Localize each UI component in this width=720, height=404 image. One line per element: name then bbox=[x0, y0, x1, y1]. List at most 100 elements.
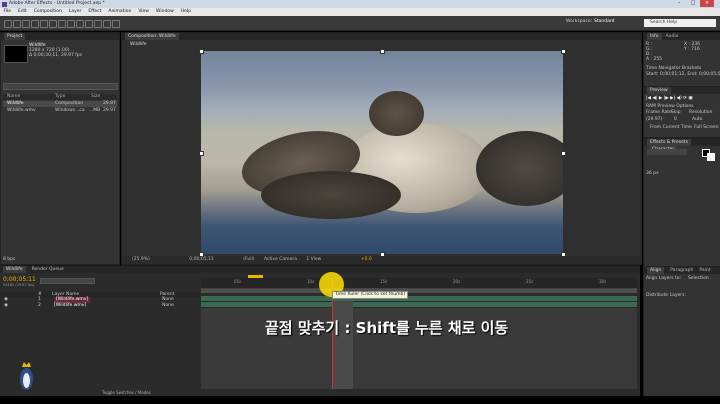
seal-image-2 bbox=[369, 91, 424, 136]
tab-audio[interactable]: Audio bbox=[666, 34, 679, 39]
magnification-select[interactable]: (25.9%) bbox=[132, 257, 150, 262]
full-screen-checkbox[interactable]: Full Screen bbox=[694, 125, 719, 131]
text-tool-icon[interactable] bbox=[76, 20, 84, 28]
stroke-color-swatch[interactable] bbox=[707, 153, 715, 161]
minimize-icon[interactable]: – bbox=[672, 0, 686, 7]
menu-window[interactable]: Window bbox=[153, 8, 178, 16]
seal-image-5 bbox=[476, 131, 563, 206]
search-help-input[interactable]: Search Help bbox=[644, 19, 716, 27]
close-icon[interactable]: × bbox=[700, 0, 714, 7]
info-panel: Info Audio R : G : B : A : 255 X : 236 Y … bbox=[643, 32, 720, 87]
puppet-tool-icon[interactable] bbox=[112, 20, 120, 28]
menu-help[interactable]: Help bbox=[177, 8, 194, 16]
brush-tool-icon[interactable] bbox=[85, 20, 93, 28]
tab-preview[interactable]: Preview bbox=[647, 87, 671, 94]
project-search-input[interactable] bbox=[3, 83, 118, 90]
toggle-switches-label[interactable]: Toggle Switches / Modes bbox=[102, 390, 151, 395]
tools-panel: Workspace: Standard Search Help bbox=[0, 16, 720, 31]
eye-icon[interactable]: ◉ bbox=[4, 303, 8, 309]
camera-tool-icon[interactable] bbox=[40, 20, 48, 28]
menu-edit[interactable]: Edit bbox=[15, 8, 31, 16]
column-name[interactable]: Name bbox=[7, 94, 20, 100]
font-size-value[interactable]: 36 px bbox=[646, 171, 719, 177]
zoom-tool-icon[interactable] bbox=[22, 20, 30, 28]
menu-effect[interactable]: Effect bbox=[85, 8, 105, 16]
camera-select[interactable]: Active Camera bbox=[264, 257, 297, 262]
tab-paragraph[interactable]: Paragraph bbox=[670, 268, 693, 273]
transform-handle[interactable] bbox=[380, 49, 385, 54]
column-type[interactable]: Type bbox=[55, 94, 65, 100]
layer-name[interactable]: [Wildlife.wmv] bbox=[54, 303, 86, 309]
composition-viewer[interactable] bbox=[201, 51, 563, 254]
tab-project[interactable]: Project bbox=[4, 33, 26, 40]
exposure-value[interactable]: +0.0 bbox=[361, 257, 372, 262]
bpc-indicator[interactable]: 8 bpc bbox=[3, 257, 117, 263]
penguin-mascot-logo bbox=[16, 362, 36, 392]
resolution-label: Resolution bbox=[689, 110, 713, 115]
current-time-display[interactable]: 0;00;05;11 bbox=[189, 257, 214, 262]
transform-handle[interactable] bbox=[561, 49, 566, 54]
resolution-select[interactable]: Auto bbox=[692, 117, 719, 123]
tab-info[interactable]: Info bbox=[647, 33, 662, 40]
menu-composition[interactable]: Composition bbox=[30, 8, 65, 16]
tab-wildlife-timeline[interactable]: Wildlife bbox=[3, 266, 26, 273]
selection-tool-icon[interactable] bbox=[4, 20, 12, 28]
seal-image-4 bbox=[261, 171, 401, 219]
info-panel-header: Info Audio bbox=[644, 33, 720, 40]
list-item[interactable]: Wildlife.wmv Windows...ca ...MB 29.97 bbox=[3, 108, 117, 114]
pen-tool-icon[interactable] bbox=[67, 20, 75, 28]
rotate-tool-icon[interactable] bbox=[31, 20, 39, 28]
tab-effects-presets[interactable]: Effects & Presets bbox=[647, 139, 692, 146]
bottom-border bbox=[0, 396, 720, 404]
breadcrumb[interactable]: Wildlife bbox=[130, 42, 639, 48]
column-size[interactable]: Size bbox=[91, 94, 100, 100]
list-item[interactable]: Wildlife Composition 29.97 bbox=[3, 101, 117, 107]
eraser-tool-icon[interactable] bbox=[103, 20, 111, 28]
align-layers-to-select[interactable]: Selection bbox=[688, 276, 719, 282]
layer-number: 2 bbox=[38, 303, 41, 308]
window-title: Adobe After Effects - Untitled Project.a… bbox=[9, 1, 105, 6]
layer-track-bar-2[interactable] bbox=[201, 302, 637, 307]
preview-panel-header: Preview bbox=[644, 87, 720, 94]
item-type: Composition bbox=[55, 101, 84, 106]
tab-render-queue[interactable]: Render Queue bbox=[32, 267, 64, 272]
time-ruler[interactable]: 05s 10s 15s 20s 25s 30s bbox=[201, 278, 637, 289]
timecode-frames: 00161 (29.97 fps) bbox=[3, 283, 35, 287]
view-layout-select[interactable]: 1 View bbox=[306, 257, 321, 262]
subtitle-caption: 끝점 맞추기 : Shift를 누른 채로 이동 bbox=[265, 319, 509, 337]
ruler-label: 10s bbox=[307, 279, 315, 284]
info-a: A : 255 bbox=[646, 57, 663, 62]
menu-file[interactable]: File bbox=[0, 8, 15, 16]
layer-parent[interactable]: None bbox=[162, 303, 174, 309]
info-y: Y : 716 bbox=[684, 47, 700, 52]
preview-controls[interactable]: |◀ ◀| ▶ |▶ ▶| ◀) ⟳ ▣ bbox=[646, 96, 719, 102]
font-family-select[interactable] bbox=[647, 149, 687, 155]
workspace-select[interactable]: Standard bbox=[594, 19, 614, 24]
work-area-start-marker[interactable] bbox=[248, 275, 263, 278]
transform-handle[interactable] bbox=[199, 49, 204, 54]
timeline-search-input[interactable] bbox=[40, 278, 95, 284]
timecode-display[interactable]: 0;00;05;11 bbox=[3, 276, 36, 283]
transform-handle[interactable] bbox=[199, 151, 204, 156]
work-area-bar[interactable] bbox=[201, 289, 637, 293]
menu-view[interactable]: View bbox=[135, 8, 153, 16]
after-effects-app-icon bbox=[2, 1, 7, 7]
resolution-select[interactable]: (Full) bbox=[243, 257, 254, 262]
menu-layer[interactable]: Layer bbox=[65, 8, 85, 16]
menu-animation[interactable]: Animation bbox=[105, 8, 135, 16]
project-thumbnail bbox=[4, 45, 28, 63]
playhead-shade bbox=[333, 301, 353, 389]
tab-paint[interactable]: Paint bbox=[699, 268, 710, 273]
mask-tool-icon[interactable] bbox=[58, 20, 66, 28]
table-row[interactable]: ◉ 2 [Wildlife.wmv] None bbox=[2, 303, 198, 309]
hand-tool-icon[interactable] bbox=[13, 20, 21, 28]
clone-tool-icon[interactable] bbox=[94, 20, 102, 28]
item-size: ...MB bbox=[89, 108, 101, 113]
layer-track-bar-1[interactable] bbox=[201, 296, 637, 301]
tab-align[interactable]: Align bbox=[647, 267, 665, 274]
transform-handle[interactable] bbox=[561, 151, 566, 156]
tab-composition[interactable]: Composition: Wildlife bbox=[125, 33, 179, 40]
maximize-icon[interactable]: □ bbox=[686, 0, 700, 7]
item-type: Windows...ca bbox=[55, 108, 85, 113]
pan-behind-tool-icon[interactable] bbox=[49, 20, 57, 28]
